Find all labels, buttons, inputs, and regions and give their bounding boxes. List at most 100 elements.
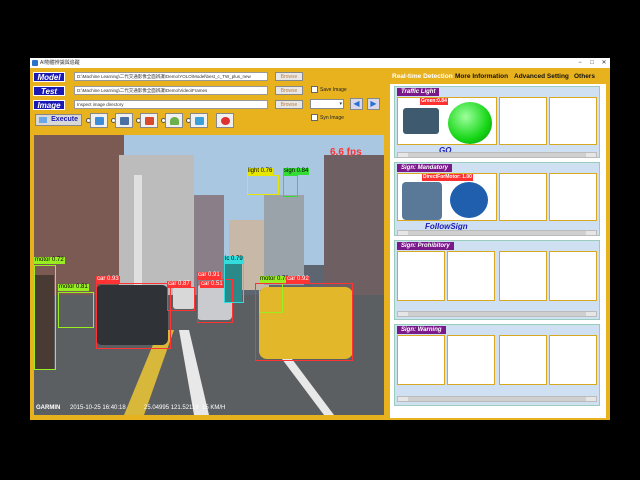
- green-light-image: [448, 102, 492, 144]
- mandatory-sign-cell: DirectForMotor: 1.00: [397, 173, 497, 221]
- test-path-field[interactable]: D:\Machine Learning\二代交通影像全面辨識\Demo\Vide…: [74, 86, 268, 95]
- save-image-checkbox[interactable]: Save Image: [311, 86, 347, 95]
- detection-box: [247, 175, 279, 195]
- dashcam-date: 2015-10-25 16:40:18: [70, 405, 126, 411]
- empty-cell: [499, 173, 547, 221]
- section-title: Sign: Warning: [397, 326, 446, 334]
- android-icon: [170, 117, 179, 125]
- detection-box: [167, 287, 195, 311]
- test-browse-button[interactable]: Browse: [275, 86, 303, 95]
- app-icon: [32, 60, 38, 66]
- empty-cell: [549, 335, 597, 385]
- detection-panel: Traffic Light Green:0.84 GO Sign: Mandat…: [390, 84, 606, 418]
- sign-image: [402, 182, 442, 220]
- execute-label: Execute: [51, 116, 78, 123]
- image-path-field[interactable]: Inspect image directory: [74, 100, 268, 109]
- empty-cell: [499, 97, 547, 145]
- next-image-button[interactable]: ▶: [367, 98, 380, 110]
- section-title: Traffic Light: [397, 88, 440, 96]
- arrow-right-icon: ▶: [370, 99, 377, 108]
- stop-icon: [221, 117, 230, 125]
- dashcam-brand: GARMIN: [36, 405, 61, 411]
- empty-cell: [447, 335, 495, 385]
- chevron-down-icon: ▾: [339, 101, 342, 107]
- detection-label: car 0.92: [286, 276, 310, 283]
- stop-button[interactable]: [216, 113, 234, 128]
- tab-bar: Real-time Detection More Information Adv…: [390, 70, 606, 84]
- traffic-light-image: [403, 108, 439, 134]
- empty-cell: [499, 335, 547, 385]
- arrow-left-icon: ◀: [353, 99, 360, 108]
- section-scrollbar[interactable]: [397, 230, 597, 236]
- model-path-field[interactable]: D:\Machine Learning\二代交通影像全面辨識\Demo\YOLO…: [74, 72, 268, 81]
- detection-result-label: DirectForMotor: 1.00: [422, 174, 473, 181]
- tab-advanced-setting[interactable]: Advanced Setting: [514, 70, 569, 84]
- model-browse-button[interactable]: Browse: [275, 72, 303, 81]
- camera-icon: [120, 117, 129, 125]
- prev-image-button[interactable]: ◀: [350, 98, 363, 110]
- scrollbar-thumb[interactable]: [408, 231, 586, 235]
- section-sign-mandatory: Sign: Mandatory DirectForMotor: 1.00 Fol…: [394, 162, 600, 236]
- syn-image-checkbox[interactable]: Syn Image: [311, 114, 344, 123]
- syn-image-label: Syn Image: [320, 115, 344, 121]
- tab-realtime-detection[interactable]: Real-time Detection: [390, 70, 455, 84]
- scrollbar-thumb[interactable]: [408, 153, 586, 157]
- execute-icon: [39, 117, 47, 123]
- detection-label: motor 0.81: [58, 284, 89, 291]
- scrollbar-thumb[interactable]: [408, 397, 586, 401]
- detection-label: car 0.93: [96, 276, 120, 283]
- empty-cell: [549, 97, 597, 145]
- checkbox-box[interactable]: [311, 114, 318, 122]
- detection-box: [283, 175, 298, 197]
- model-label: Model: [33, 72, 65, 82]
- tab-others[interactable]: Others: [574, 70, 595, 84]
- video-button[interactable]: [140, 113, 158, 128]
- detection-label: lc 0.79: [224, 256, 244, 263]
- monitor-icon: [195, 117, 204, 125]
- detection-box: [34, 265, 56, 370]
- image-browse-button[interactable]: Browse: [275, 100, 303, 109]
- detection-box: [58, 292, 94, 328]
- android-button[interactable]: [165, 113, 183, 128]
- dashcam-speed: 15 KM/H: [202, 405, 226, 411]
- traffic-light-cell: Green:0.84: [397, 97, 497, 145]
- video-frame[interactable]: light 0.76 sign 0.84 motor 0.72 motor 0.…: [34, 135, 384, 415]
- detection-box: [96, 283, 171, 349]
- tab-more-information[interactable]: More Information: [455, 70, 508, 84]
- detection-label: car 0.87: [167, 281, 191, 288]
- detection-label: sign 0.84: [283, 168, 310, 175]
- empty-cell: [499, 251, 547, 301]
- section-scrollbar[interactable]: [397, 311, 597, 317]
- section-scrollbar[interactable]: [397, 396, 597, 402]
- close-button[interactable]: ✕: [598, 58, 610, 68]
- detection-label: motor 0.72: [34, 257, 65, 264]
- section-traffic-light: Traffic Light Green:0.84 GO: [394, 86, 600, 158]
- section-title: Sign: Mandatory: [397, 164, 453, 172]
- image-label: Image: [33, 100, 65, 110]
- save-image-label: Save Image: [320, 87, 347, 93]
- camera-button[interactable]: [115, 113, 133, 128]
- section-scrollbar[interactable]: [397, 152, 597, 158]
- empty-cell: [549, 251, 597, 301]
- detection-box: [224, 263, 244, 303]
- detection-result-label: Green:0.84: [420, 98, 448, 105]
- scrollbar-thumb[interactable]: [408, 312, 586, 316]
- right-panel: Real-time Detection More Information Adv…: [390, 70, 606, 418]
- checkbox-box[interactable]: [311, 86, 318, 94]
- section-sign-warning: Sign: Warning: [394, 324, 600, 406]
- image-select-dropdown[interactable]: ▾: [310, 99, 344, 109]
- dashcam-gps: 25.04995 121.52119: [144, 405, 199, 411]
- open-folder-button[interactable]: [90, 113, 108, 128]
- section-sign-prohibitory: Sign: Prohibitory: [394, 240, 600, 320]
- fps-indicator: 6.6 fps: [330, 147, 362, 158]
- monitor-button[interactable]: [190, 113, 208, 128]
- empty-cell: [397, 251, 445, 301]
- execute-button[interactable]: Execute: [35, 114, 82, 126]
- main-window: AI物體辨識與追蹤 − □ ✕ Model D:\Machine Learnin…: [30, 58, 610, 420]
- detection-box: [255, 283, 353, 361]
- minimize-button[interactable]: −: [574, 58, 586, 68]
- detection-label: car 0.51: [200, 281, 224, 288]
- video-icon: [145, 117, 154, 125]
- maximize-button[interactable]: □: [586, 58, 598, 68]
- detection-label: car 0.91: [197, 272, 221, 279]
